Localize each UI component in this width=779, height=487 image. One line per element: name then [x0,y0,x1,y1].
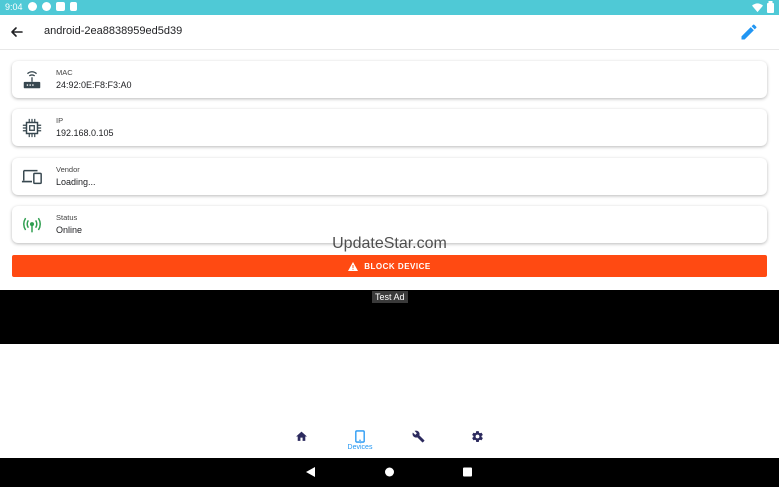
mac-value: 24:92:0E:F8:F3:A0 [56,80,132,90]
system-nav-bar [0,458,779,487]
nav-tools[interactable] [398,430,438,458]
vendor-value: Loading... [56,177,96,187]
system-status-icons [752,1,774,13]
status-value: Online [56,225,83,235]
notification-f-icon [56,2,65,11]
nav-devices[interactable]: Devices [340,430,380,458]
ip-card: IP 192.168.0.105 [12,109,767,146]
devices-icon [21,169,42,185]
edit-pencil-icon[interactable] [739,22,759,42]
nav-home[interactable] [281,430,321,458]
block-device-button[interactable]: BLOCK DEVICE [12,255,767,277]
recents-square-icon[interactable] [462,466,473,478]
block-device-label: BLOCK DEVICE [364,261,431,271]
notification-doc-icon [70,2,77,11]
status-time: 9:04 [5,2,23,12]
back-triangle-icon[interactable] [305,466,316,478]
home-circle-icon[interactable] [384,466,395,478]
ad-banner[interactable]: Test Ad [0,290,779,344]
bottom-nav: Devices [0,420,779,458]
warning-icon [348,261,359,271]
wifi-icon [752,2,763,12]
ip-label: IP [56,116,64,125]
battery-icon [767,1,774,13]
notification-a-icon [28,2,37,11]
watermark: UpdateStar.com [332,235,447,252]
notification-icons [28,2,77,11]
nav-settings[interactable] [457,430,497,458]
ip-value: 192.168.0.105 [56,128,114,138]
status-label: Status [56,213,78,222]
signal-icon [23,217,41,233]
tablet-icon [355,430,365,443]
mac-card: MAC 24:92:0E:F8:F3:A0 [12,61,767,98]
router-icon [23,71,41,89]
notification-n-icon [42,2,51,11]
chip-icon [22,118,42,138]
page-title: android-2ea8838959ed5d39 [44,25,183,37]
nav-devices-label: Devices [347,444,373,451]
settings-icon [471,431,483,442]
wrench-icon [412,430,424,443]
app-bar: android-2ea8838959ed5d39 [0,15,779,50]
status-bar: 9:04 [0,0,779,15]
home-icon [295,431,307,441]
vendor-label: Vendor [56,165,80,174]
back-arrow-icon[interactable] [8,23,26,41]
vendor-card: Vendor Loading... [12,158,767,195]
mac-label: MAC [56,68,73,77]
ad-label: Test Ad [372,291,408,303]
